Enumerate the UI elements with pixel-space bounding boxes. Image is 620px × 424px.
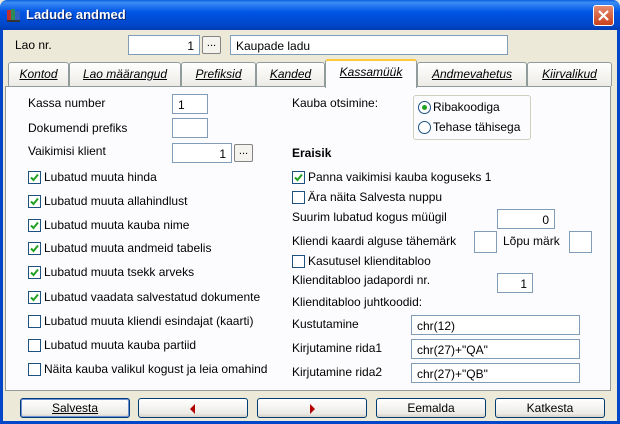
check-icon [294,173,303,182]
lao-nr-label: Lao nr. [15,38,52,52]
check-icon [30,268,39,277]
check-icon [30,197,39,206]
checkbox-label: Kasutusel klienditabloo [308,254,431,268]
lao-name-input[interactable]: Kaupade ladu [230,35,508,55]
juhtkoodid-label: Klienditabloo juhtkoodid: [292,295,423,309]
checkbox-muuta-kauba-nime[interactable] [28,219,41,232]
checkbox-muuta-allahindlust[interactable] [28,195,41,208]
checkbox-panna-kogus-1[interactable] [292,171,305,184]
lao-nr-lookup-button[interactable]: ... [202,36,221,54]
checkbox-naita-kogust[interactable] [28,363,41,376]
window-frame-left [0,30,3,424]
kassa-number-label: Kassa number [28,96,106,110]
kaardi-algus-input[interactable] [474,231,497,253]
checkbox-label: Lubatud muuta hinda [44,170,157,184]
eemalda-button[interactable]: Eemalda [376,398,486,418]
tab-kiirvalikud[interactable]: Kiirvalikud [527,62,612,86]
checkbox-kasutusel-klienditabloo[interactable] [292,255,305,268]
checkbox-muuta-andmeid-tabelis[interactable] [28,242,41,255]
kustutamine-label: Kustutamine [292,317,359,331]
jadapordi-input[interactable]: 1 [497,273,533,293]
suurim-kogus-input[interactable]: 0 [497,209,555,229]
previous-button[interactable] [138,398,248,418]
kassa-number-input[interactable]: 1 [172,94,208,114]
jadapordi-label: Klienditabloo jadapordi nr. [292,273,431,287]
check-icon [30,173,39,182]
next-button[interactable] [257,398,367,418]
tab-kassamuuk[interactable]: Kassamüük [325,59,417,88]
close-icon [598,10,609,21]
checkbox-muuta-hinda[interactable] [28,171,41,184]
checkbox-label: Lubatud muuta tsekk arveks [44,265,195,279]
arrow-right-icon [310,404,315,414]
checkbox-muuta-kauba-partiid[interactable] [28,339,41,352]
rida2-input[interactable]: chr(27)+"QB" [411,363,580,383]
eraisik-heading: Eraisik [292,146,332,160]
checkbox-label: Panna vaikimisi kauba koguseks 1 [308,170,492,184]
checkbox-label: Lubatud muuta kauba nime [44,218,190,232]
checkbox-label: Näita kauba valikul kogust ja leia omahi… [44,362,268,376]
katkesta-button[interactable]: Katkesta [495,398,605,418]
vaikimisi-klient-input[interactable]: 1 [172,143,232,163]
radio-label: Ribakoodiga [433,100,500,114]
vaikimisi-klient-label: Vaikimisi klient [28,144,106,158]
checkbox-label: Lubatud muuta allahindlust [44,194,188,208]
checkbox-label: Lubatud muuta kliendi esindajat (kaarti) [44,314,254,328]
lao-nr-input[interactable]: 1 [128,35,200,55]
checkbox-muuta-tsekk-arveks[interactable] [28,266,41,279]
app-icon [6,7,22,23]
checkbox-label: Lubatud muuta kauba partiid [44,338,197,352]
checkbox-ara-naita-salvesta[interactable] [292,191,305,204]
radio-tehase-tahisega[interactable] [418,121,431,134]
tab-prefiksid[interactable]: Prefiksid [181,62,256,86]
rida1-label: Kirjutamine rida1 [292,341,383,355]
checkbox-vaadata-dokumente[interactable] [28,291,41,304]
kaardi-algus-label: Kliendi kaardi alguse tähemärk [292,234,457,248]
suurim-kogus-label: Suurim lubatud kogus müügil [292,210,447,224]
salvesta-button[interactable]: Salvesta [20,398,130,418]
check-icon [30,221,39,230]
tab-lao-maarangud[interactable]: Lao määrangud [69,62,181,86]
checkbox-label: Lubatud muuta andmeid tabelis [44,241,212,255]
tab-kontod[interactable]: Kontod [8,62,69,86]
dokumendi-prefiks-input[interactable] [172,118,208,138]
radio-label: Tehase tähisega [433,120,521,134]
check-icon [30,244,39,253]
checkbox-label: Ära näita Salvesta nuppu [308,190,443,204]
window-title: Ladude andmed [26,7,126,22]
checkbox-label: Lubatud vaadata salvestatud dokumente [44,290,261,304]
rida2-label: Kirjutamine rida2 [292,365,383,379]
arrow-left-icon [190,404,195,414]
lopu-mark-label: Lõpu märk [503,234,560,248]
kauba-otsimine-label: Kauba otsimine: [292,96,379,110]
rida1-input[interactable]: chr(27)+"QA" [411,339,580,359]
dokumendi-prefiks-label: Dokumendi prefiks [28,121,128,135]
check-icon [30,293,39,302]
radio-ribakoodiga[interactable] [418,101,431,114]
tab-kanded[interactable]: Kanded [256,62,325,86]
close-button[interactable] [593,5,614,26]
kustutamine-input[interactable]: chr(12) [411,315,580,335]
tab-andmevahetus[interactable]: Andmevahetus [417,62,527,86]
vaikimisi-klient-lookup-button[interactable]: ... [234,144,253,162]
lopu-mark-input[interactable] [569,231,592,253]
checkbox-muuta-kliendi-esindajat[interactable] [28,315,41,328]
